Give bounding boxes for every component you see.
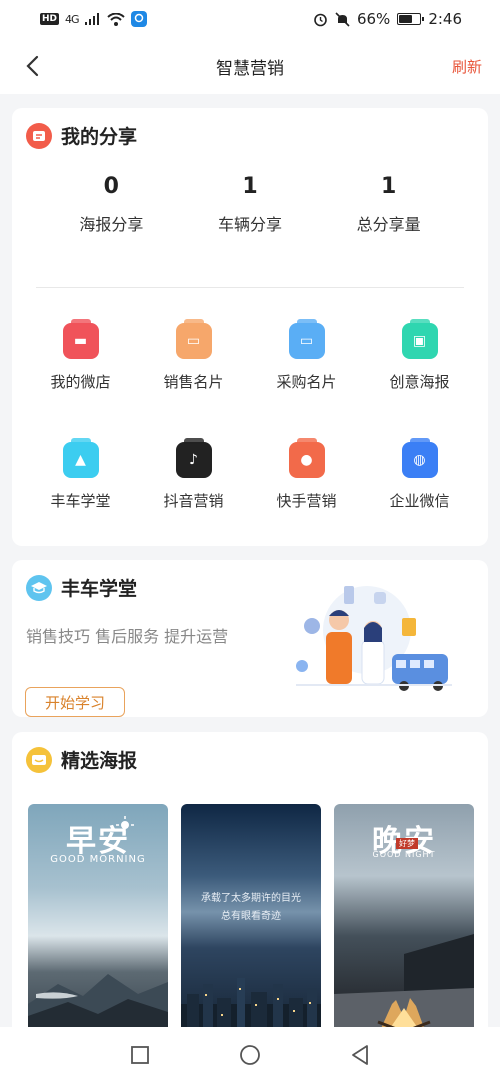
grid-label: 抖音营销 — [163, 492, 224, 510]
my-share-header: 我的分享 — [26, 122, 137, 149]
poster-header: 精选海报 — [26, 746, 137, 773]
tiktok-icon: ♪ — [175, 438, 212, 478]
status-left: HD 4G — [40, 11, 147, 27]
graduation-cap-icon — [26, 574, 52, 601]
square-icon — [131, 1046, 149, 1064]
app-notification-icon — [130, 11, 147, 27]
poster-good-night[interactable]: 晚安 好梦 GOOD NIGHT — [334, 804, 474, 1044]
stat-vehicle-share[interactable]: 1 车辆分享 — [190, 174, 310, 235]
battery-percent: 66% — [356, 10, 391, 28]
school-description: 销售技巧 售后服务 提升运营 — [26, 627, 229, 646]
grid-item-purchase-card[interactable]: ▭ 采购名片 — [250, 319, 363, 392]
poster-icon: ▣ — [401, 319, 438, 359]
school-illustration — [296, 586, 452, 691]
system-nav-bar — [0, 1027, 500, 1083]
school-card: 丰车学堂 销售技巧 售后服务 提升运营 开始学习 — [12, 560, 488, 717]
poster-note-line: 总有眼看奇迹 — [221, 911, 281, 922]
stat-poster-share[interactable]: 0 海报分享 — [51, 174, 171, 235]
grid-label: 我的微店 — [50, 373, 111, 391]
feature-grid: ▬ 我的微店 ▭ 销售名片 ▭ 采购名片 ▣ 创意海报 ▲ 丰车学堂 ♪ 抖音营… — [12, 319, 488, 511]
refresh-button[interactable]: 刷新 — [452, 56, 482, 77]
poster-section-icon — [26, 746, 52, 773]
kuaishou-icon: ● — [288, 438, 325, 478]
stat-label: 总分享量 — [356, 215, 421, 234]
stat-label: 海报分享 — [79, 215, 144, 234]
grid-label: 快手营销 — [276, 492, 337, 510]
stat-label: 车辆分享 — [217, 215, 282, 234]
back-nav-button[interactable] — [348, 1043, 372, 1067]
share-icon — [26, 122, 52, 149]
grid-item-school[interactable]: ▲ 丰车学堂 — [24, 438, 137, 511]
recent-apps-button[interactable] — [128, 1043, 152, 1067]
divider — [36, 287, 464, 288]
status-bar: HD 4G 66% 2:46 — [0, 0, 500, 38]
grid-label: 丰车学堂 — [50, 492, 111, 510]
home-button[interactable] — [238, 1043, 262, 1067]
back-button[interactable] — [18, 52, 46, 80]
graduation-cap-icon: ▲ — [62, 438, 99, 478]
grid-item-creative-poster[interactable]: ▣ 创意海报 — [363, 319, 476, 392]
network-label: 4G — [65, 12, 79, 26]
signal-icon — [84, 13, 99, 25]
card-icon: ▭ — [288, 319, 325, 359]
poster-small-text: GOOD NIGHT — [372, 850, 436, 859]
grid-label: 销售名片 — [163, 373, 224, 391]
stat-value: 0 — [103, 174, 119, 199]
wecom-icon: ◍ — [401, 438, 438, 478]
my-share-title: 我的分享 — [61, 126, 138, 148]
stat-value: 1 — [380, 174, 397, 199]
poster-good-morning[interactable]: 早安 GOOD MORNING — [28, 804, 168, 1044]
shop-icon: ▬ — [62, 319, 99, 359]
poster-small-text: GOOD MORNING — [50, 854, 146, 865]
grid-item-wecom[interactable]: ◍ 企业微信 — [363, 438, 476, 511]
header: 智慧营销 刷新 — [0, 38, 500, 94]
my-share-card: 我的分享 0 海报分享 1 车辆分享 1 总分享量 ▬ 我的微店 ▭ 销售名片 … — [12, 108, 488, 546]
battery-fill — [399, 15, 412, 23]
grid-label: 创意海报 — [389, 373, 450, 391]
card-icon: ▭ — [175, 319, 212, 359]
poster-list: 早安 GOOD MORNING 承载了太多期许的目光 总有眼看奇迹 晚安 好梦 … — [28, 804, 474, 1044]
mute-icon — [335, 11, 350, 27]
status-right: 66% 2:46 — [313, 10, 462, 28]
school-header: 丰车学堂 — [26, 574, 137, 601]
poster-card: 精选海报 早安 GOOD MORNING 承载了太多期许的目光 总有眼看奇迹 晚… — [12, 732, 488, 1052]
start-learning-button[interactable]: 开始学习 — [25, 687, 125, 717]
circle-icon — [240, 1045, 260, 1065]
battery-icon — [397, 13, 425, 25]
chevron-left-icon — [26, 55, 39, 77]
poster-note-line: 承载了太多期许的目光 — [201, 893, 301, 904]
poster-note: 承载了太多期许的目光 总有眼看奇迹 — [191, 890, 311, 926]
poster-tag: 好梦 — [396, 838, 418, 849]
school-title: 丰车学堂 — [61, 578, 138, 600]
grid-label: 采购名片 — [276, 373, 337, 391]
poster-city-night[interactable]: 承载了太多期许的目光 总有眼看奇迹 — [181, 804, 321, 1044]
grid-label: 企业微信 — [389, 492, 450, 510]
grid-item-kuaishou[interactable]: ● 快手营销 — [250, 438, 363, 511]
sun-icon — [116, 816, 134, 834]
stat-total-share[interactable]: 1 总分享量 — [329, 174, 449, 235]
triangle-back-icon — [352, 1045, 368, 1065]
grid-item-my-shop[interactable]: ▬ 我的微店 — [24, 319, 137, 392]
page-title: 智慧营销 — [216, 58, 284, 79]
share-stats: 0 海报分享 1 车辆分享 1 总分享量 — [12, 174, 488, 235]
alarm-icon — [314, 13, 327, 26]
clock: 2:46 — [428, 10, 462, 28]
grid-item-douyin[interactable]: ♪ 抖音营销 — [137, 438, 250, 511]
poster-title: 精选海报 — [61, 750, 138, 772]
stat-value: 1 — [242, 174, 258, 199]
wifi-icon — [106, 12, 125, 26]
hd-badge: HD — [40, 13, 60, 25]
grid-item-sales-card[interactable]: ▭ 销售名片 — [137, 319, 250, 392]
